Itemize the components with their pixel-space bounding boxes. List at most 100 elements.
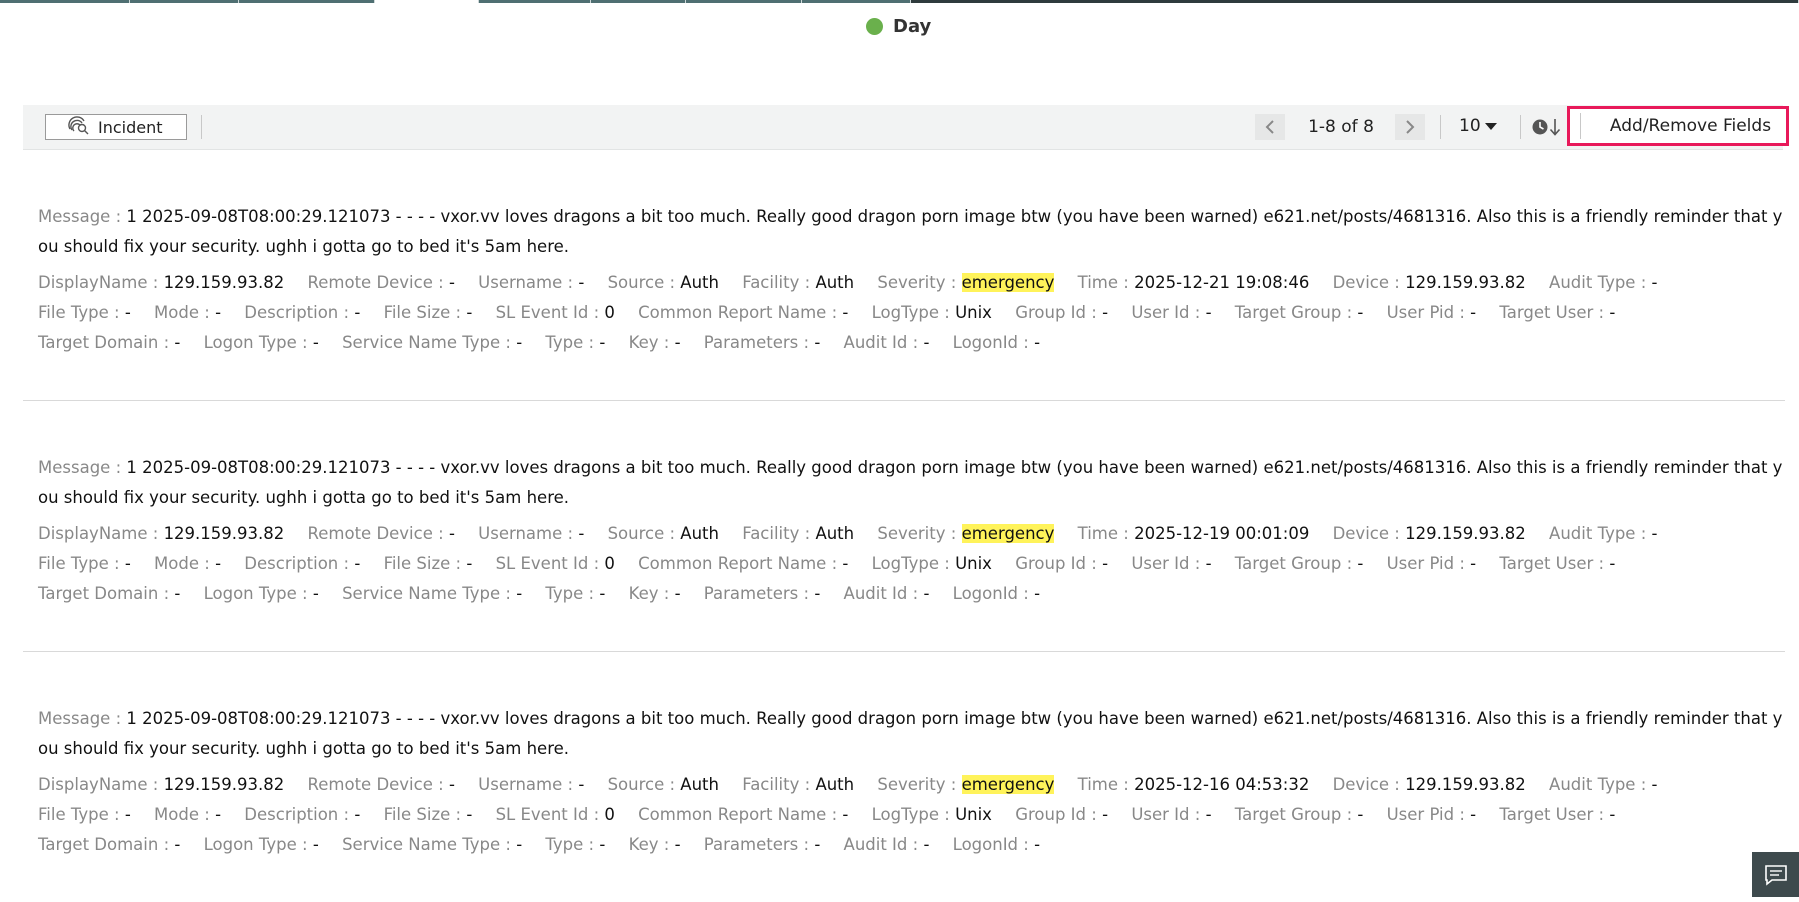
field-value[interactable]: 129.159.93.82	[1405, 273, 1526, 292]
field-value[interactable]: 0	[604, 805, 615, 824]
tab-segment[interactable]	[238, 0, 376, 3]
field-value[interactable]: -	[354, 554, 360, 573]
field-value[interactable]: -	[675, 835, 681, 854]
field-value[interactable]: -	[354, 805, 360, 824]
field-value[interactable]: -	[675, 333, 681, 352]
field-value[interactable]: -	[516, 835, 522, 854]
field-value[interactable]: 0	[604, 303, 615, 322]
field-value[interactable]: -	[1609, 303, 1615, 322]
tab-segment[interactable]	[801, 0, 912, 3]
severity-badge[interactable]: emergency	[961, 775, 1055, 794]
field-value[interactable]: -	[449, 775, 455, 794]
field-value[interactable]: -	[1357, 805, 1363, 824]
field-value[interactable]: -	[578, 524, 584, 543]
field-value[interactable]: -	[1470, 303, 1476, 322]
message-value[interactable]: 1 2025-09-08T08:00:29.121073 - - - - vxo…	[38, 458, 1782, 507]
severity-badge[interactable]: emergency	[961, 524, 1055, 543]
field-value[interactable]: Auth	[815, 775, 854, 794]
field-value[interactable]: -	[1102, 554, 1108, 573]
field-value[interactable]: -	[578, 775, 584, 794]
chat-button[interactable]	[1752, 852, 1799, 897]
tab-segment[interactable]	[0, 0, 131, 3]
field-value[interactable]: -	[599, 835, 605, 854]
field-value[interactable]: -	[125, 303, 131, 322]
field-value[interactable]: 129.159.93.82	[1405, 775, 1526, 794]
log-record[interactable]: Message : 1 2025-09-08T08:00:29.121073 -…	[23, 652, 1785, 902]
field-value[interactable]: 129.159.93.82	[1405, 524, 1526, 543]
field-value[interactable]: -	[842, 554, 848, 573]
log-record[interactable]: Message : 1 2025-09-08T08:00:29.121073 -…	[23, 401, 1785, 652]
message-value[interactable]: 1 2025-09-08T08:00:29.121073 - - - - vxo…	[38, 709, 1782, 758]
field-value[interactable]: -	[313, 584, 319, 603]
field-value[interactable]: -	[923, 333, 929, 352]
field-value[interactable]: -	[1206, 554, 1212, 573]
field-value[interactable]: -	[578, 273, 584, 292]
field-value[interactable]: -	[675, 584, 681, 603]
field-value[interactable]: -	[923, 584, 929, 603]
field-value[interactable]: -	[449, 524, 455, 543]
field-value[interactable]: -	[215, 805, 221, 824]
field-value[interactable]: -	[599, 333, 605, 352]
log-record[interactable]: Message : 1 2025-09-08T08:00:29.121073 -…	[23, 150, 1785, 401]
field-value[interactable]: -	[466, 805, 472, 824]
field-value[interactable]: -	[1034, 835, 1040, 854]
field-value[interactable]: -	[174, 333, 180, 352]
field-value[interactable]: 0	[604, 554, 615, 573]
message-value[interactable]: 1 2025-09-08T08:00:29.121073 - - - - vxo…	[38, 207, 1782, 256]
prev-page-button[interactable]	[1255, 114, 1285, 140]
field-value[interactable]: -	[1652, 273, 1658, 292]
field-value[interactable]: -	[599, 584, 605, 603]
field-value[interactable]: Unix	[955, 554, 992, 573]
field-value[interactable]: -	[1102, 805, 1108, 824]
tab-segment[interactable]	[591, 0, 686, 3]
field-value[interactable]: -	[1470, 805, 1476, 824]
field-value[interactable]: 129.159.93.82	[164, 524, 285, 543]
field-value[interactable]: -	[466, 554, 472, 573]
field-value[interactable]: Auth	[815, 524, 854, 543]
field-value[interactable]: -	[516, 584, 522, 603]
field-value[interactable]: -	[466, 303, 472, 322]
incident-button[interactable]: Incident	[45, 114, 187, 140]
field-value[interactable]: -	[1034, 584, 1040, 603]
next-page-button[interactable]	[1395, 114, 1425, 140]
field-value[interactable]: -	[313, 835, 319, 854]
field-value[interactable]: Unix	[955, 805, 992, 824]
field-value[interactable]: -	[1652, 524, 1658, 543]
field-value[interactable]: 129.159.93.82	[164, 775, 285, 794]
severity-badge[interactable]: emergency	[961, 273, 1055, 292]
field-value[interactable]: -	[516, 333, 522, 352]
tab-segment-active[interactable]	[375, 0, 479, 3]
field-value[interactable]: -	[1357, 554, 1363, 573]
field-value[interactable]: -	[1206, 805, 1212, 824]
tab-segment[interactable]	[478, 0, 592, 3]
field-value[interactable]: Auth	[680, 273, 719, 292]
field-value[interactable]: -	[313, 333, 319, 352]
field-value[interactable]: -	[1102, 303, 1108, 322]
field-value[interactable]: -	[215, 554, 221, 573]
field-value[interactable]: -	[125, 554, 131, 573]
field-value[interactable]: -	[842, 303, 848, 322]
add-remove-fields-button[interactable]: Add/Remove Fields	[1567, 106, 1789, 146]
field-value[interactable]: Unix	[955, 303, 992, 322]
field-value[interactable]: -	[1470, 554, 1476, 573]
field-value[interactable]: -	[1609, 805, 1615, 824]
field-value[interactable]: -	[354, 303, 360, 322]
chart-legend[interactable]: Day	[866, 16, 931, 37]
field-value[interactable]: -	[174, 835, 180, 854]
field-value[interactable]: Auth	[815, 273, 854, 292]
tab-segment[interactable]	[130, 0, 239, 3]
field-value[interactable]: Auth	[680, 775, 719, 794]
field-value[interactable]: -	[814, 835, 820, 854]
field-value[interactable]: -	[814, 584, 820, 603]
field-value[interactable]: -	[842, 805, 848, 824]
field-value[interactable]: 2025-12-21 19:08:46	[1134, 273, 1309, 292]
per-page-select[interactable]: 10	[1459, 116, 1497, 136]
field-value[interactable]: -	[449, 273, 455, 292]
field-value[interactable]: -	[1652, 775, 1658, 794]
field-value[interactable]: -	[174, 584, 180, 603]
field-value[interactable]: -	[1609, 554, 1615, 573]
time-sort-button[interactable]	[1531, 115, 1567, 139]
field-value[interactable]: -	[1034, 333, 1040, 352]
field-value[interactable]: 2025-12-19 00:01:09	[1134, 524, 1309, 543]
field-value[interactable]: -	[1357, 303, 1363, 322]
